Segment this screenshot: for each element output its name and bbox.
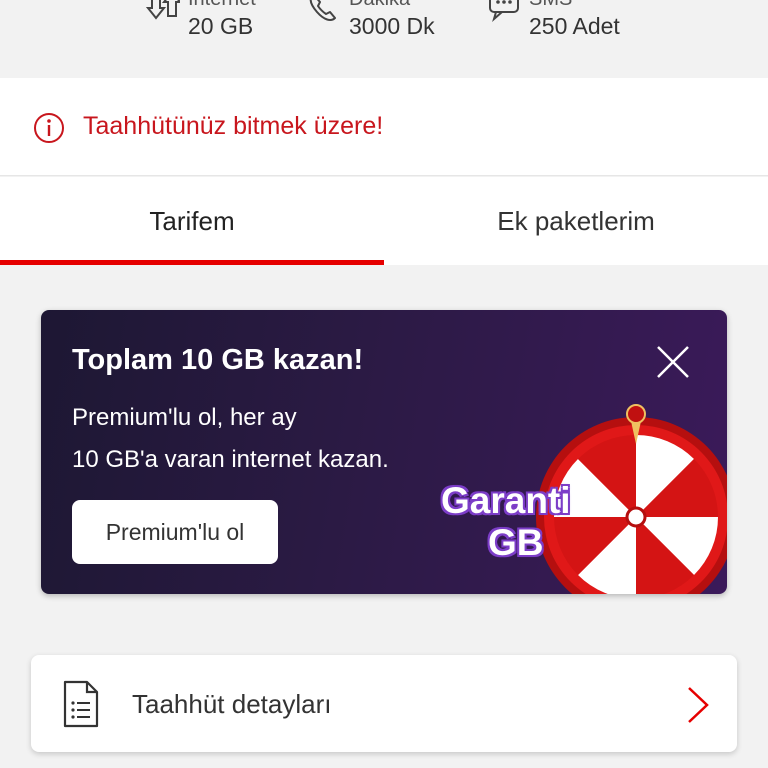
promo-line-1: Premium'lu ol, her ay xyxy=(72,404,297,431)
garanti-badge-line-1: Garanti xyxy=(441,480,571,521)
tab-bar: Tarifem Ek paketlerim xyxy=(0,177,768,265)
promo-title: Toplam 10 GB kazan! xyxy=(72,344,364,376)
active-tab-indicator xyxy=(0,260,384,265)
usage-minutes-label: Dakika xyxy=(349,0,410,11)
usage-sms-value: 250 Adet xyxy=(529,13,620,39)
garanti-badge-line-2: GB xyxy=(488,522,544,563)
commitment-details-label: Taahhüt detayları xyxy=(132,689,332,719)
commitment-alert[interactable]: Taahhütünüz bitmek üzere! xyxy=(0,78,768,176)
internet-icon xyxy=(146,0,180,20)
premium-promo-card: Toplam 10 GB kazan! Premium'lu ol, her a… xyxy=(41,310,727,594)
usage-sms-label: SMS xyxy=(529,0,572,11)
premium-cta-button[interactable]: Premium'lu ol xyxy=(72,500,278,564)
chevron-right-icon xyxy=(688,687,709,723)
usage-internet-label: İnternet xyxy=(188,0,256,11)
usage-minutes-value: 3000 Dk xyxy=(349,13,435,39)
alert-text: Taahhütünüz bitmek üzere! xyxy=(83,112,384,140)
document-icon xyxy=(63,680,99,728)
usage-summary: İnternet 20 GB Dakika 3000 Dk SMS 250 Ad… xyxy=(0,0,768,78)
commitment-details-row[interactable]: Taahhüt detayları xyxy=(31,655,737,752)
promo-line-2: 10 GB'a varan internet kazan. xyxy=(72,446,389,473)
info-icon xyxy=(34,113,64,143)
usage-internet-value: 20 GB xyxy=(188,13,254,39)
tab-ek-paketlerim[interactable]: Ek paketlerim xyxy=(384,177,768,265)
close-icon[interactable] xyxy=(655,344,691,380)
phone-icon xyxy=(309,0,336,21)
promo-description: Premium'lu ol, her ay 10 GB'a varan inte… xyxy=(72,397,452,481)
tab-tarifem[interactable]: Tarifem xyxy=(0,177,384,265)
sms-icon xyxy=(489,0,519,22)
